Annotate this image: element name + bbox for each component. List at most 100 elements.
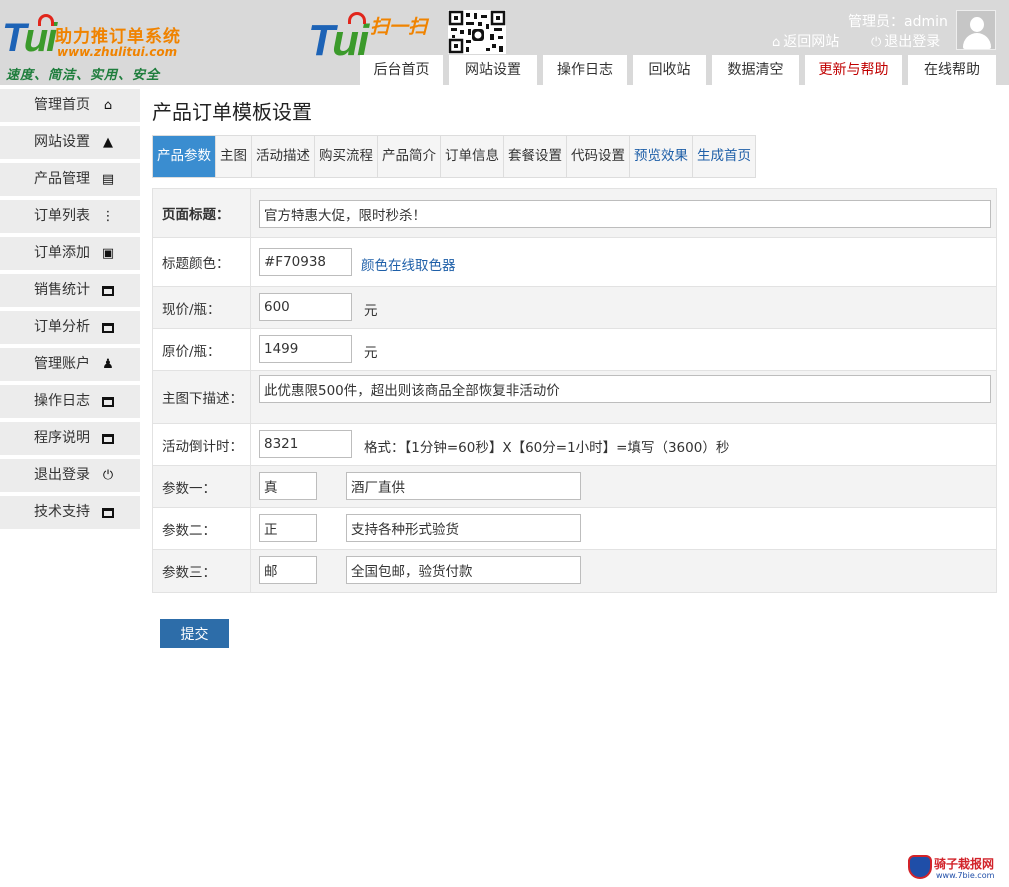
sidebar-item-site-settings[interactable]: 网站设置 ▲ <box>0 126 140 159</box>
param-3-key-input[interactable] <box>259 556 317 584</box>
topnav-online-help[interactable]: 在线帮助 <box>908 55 996 85</box>
original-price-label-text: 原价/瓶： <box>162 343 221 360</box>
original-price-label: 原价/瓶： <box>153 329 251 370</box>
sidebar-item-program-notes[interactable]: 程序说明 <box>0 422 140 455</box>
param-1-label: 参数一： <box>153 466 251 507</box>
param-2-value-input[interactable] <box>346 514 581 542</box>
back-to-site-link[interactable]: ⌂ 返回网站 <box>772 31 839 51</box>
param-1-label-text: 参数一： <box>162 480 216 497</box>
tab-product-params[interactable]: 产品参数 <box>153 136 216 177</box>
page-title-label-text: 页面标题： <box>162 207 230 223</box>
logo-signal-icon <box>38 14 54 26</box>
sidebar-item-order-analysis[interactable]: 订单分析 <box>0 311 140 344</box>
countdown-label-text: 活动倒计时： <box>162 438 243 455</box>
tab-bar: 产品参数 主图 活动描述 购买流程 产品简介 订单信息 套餐设置 代码设置 预览… <box>152 135 756 178</box>
sidebar-item-label: 销售统计 <box>34 282 90 298</box>
sidebar-item-label: 技术支持 <box>34 504 90 520</box>
form-row-page-title: 页面标题： <box>153 189 996 238</box>
page-title-input[interactable] <box>259 200 991 228</box>
sidebar-item-logout[interactable]: 退出登录 ⏻ <box>0 459 140 492</box>
param-1-key-input[interactable] <box>259 472 317 500</box>
topnav-operation-log[interactable]: 操作日志 <box>543 55 627 85</box>
param-2-label-text: 参数二： <box>162 522 216 539</box>
param-3-label-text: 参数三： <box>162 565 216 581</box>
power-icon: ⏻ <box>102 468 114 483</box>
form-row-param-1: 参数一： <box>153 466 996 508</box>
sitemap-icon: ⋮ <box>101 209 115 224</box>
sidebar-item-label: 订单列表 <box>34 208 90 224</box>
sidebar-item-label: 操作日志 <box>34 393 90 409</box>
countdown-label: 活动倒计时： <box>153 424 251 465</box>
sidebar-item-admin-accounts[interactable]: 管理账户 ♟ <box>0 348 140 381</box>
shield-icon <box>908 855 932 879</box>
admin-info: 管理员：admin <box>848 11 948 31</box>
form-row-main-desc: 主图下描述： <box>153 371 996 424</box>
sidebar-item-label: 程序说明 <box>34 430 90 446</box>
form-row-current-price: 现价/瓶： 元 <box>153 287 996 329</box>
tab-order-info[interactable]: 订单信息 <box>441 136 504 177</box>
page-title: 产品订单模板设置 <box>152 100 312 124</box>
window-icon <box>101 311 115 344</box>
sidebar-item-add-order[interactable]: 订单添加 ▣ <box>0 237 140 270</box>
topnav-updates-help[interactable]: 更新与帮助 <box>805 55 902 85</box>
original-price-input[interactable] <box>259 335 352 363</box>
form-row-original-price: 原价/瓶： 元 <box>153 329 996 371</box>
sidebar-item-admin-home[interactable]: 管理首页 ⌂ <box>0 89 140 122</box>
title-color-label: 标题颜色： <box>153 238 251 286</box>
sidebar-item-product-management[interactable]: 产品管理 ▤ <box>0 163 140 196</box>
logo-name: 助力推订单系统 <box>55 27 181 47</box>
main-desc-label-text: 主图下描述： <box>162 391 243 407</box>
tab-purchase-flow[interactable]: 购买流程 <box>315 136 378 177</box>
tab-main-image[interactable]: 主图 <box>216 136 252 177</box>
param-1-value-input[interactable] <box>346 472 581 500</box>
plug-icon: ▲ <box>103 135 113 150</box>
tab-generate-home[interactable]: 生成首页 <box>693 136 755 177</box>
title-color-input[interactable] <box>259 248 352 276</box>
home-icon: ⌂ <box>103 98 113 113</box>
tab-activity-desc[interactable]: 活动描述 <box>252 136 315 177</box>
logo-url: www.zhulitui.com <box>57 45 178 59</box>
avatar[interactable] <box>956 10 996 50</box>
logo-slogan: 速度、简洁、实用、安全 <box>6 68 161 83</box>
form-row-param-3: 参数三： <box>153 550 996 592</box>
main-desc-input[interactable] <box>259 375 991 403</box>
sidebar-item-label: 订单添加 <box>34 245 90 261</box>
watermark-url: www.7bie.com <box>936 871 995 880</box>
tab-code-settings[interactable]: 代码设置 <box>567 136 630 177</box>
power-icon: ⏻ <box>871 35 882 50</box>
sidebar-item-tech-support[interactable]: 技术支持 <box>0 496 140 529</box>
sidebar: 管理首页 ⌂ 网站设置 ▲ 产品管理 ▤ 订单列表 ⋮ 订单添加 ▣ 销售统计 … <box>0 89 140 533</box>
tab-preview[interactable]: 预览效果 <box>630 136 693 177</box>
topnav-clear-data[interactable]: 数据清空 <box>712 55 799 85</box>
window-icon <box>101 385 115 418</box>
topnav-recycle-bin[interactable]: 回收站 <box>633 55 706 85</box>
tab-package-settings[interactable]: 套餐设置 <box>504 136 567 177</box>
window-icon <box>101 496 115 529</box>
topnav-site-settings[interactable]: 网站设置 <box>449 55 537 85</box>
param-2-label: 参数二： <box>153 508 251 549</box>
file-check-icon: ▣ <box>101 246 115 261</box>
color-picker-link[interactable]: 颜色在线取色器 <box>361 254 456 274</box>
product-params-form: 页面标题： 标题颜色： 颜色在线取色器 现价/瓶： 元 原价/瓶： 元 主图下描… <box>152 188 997 593</box>
topnav-admin-home[interactable]: 后台首页 <box>360 55 443 85</box>
sidebar-item-operation-log[interactable]: 操作日志 <box>0 385 140 418</box>
sidebar-item-sales-stats[interactable]: 销售统计 <box>0 274 140 307</box>
sidebar-item-order-list[interactable]: 订单列表 ⋮ <box>0 200 140 233</box>
current-price-input[interactable] <box>259 293 352 321</box>
sidebar-item-label: 管理账户 <box>34 356 90 372</box>
countdown-input[interactable] <box>259 430 352 458</box>
countdown-hint: 格式：【1分钟=60秒】X【60分=1小时】=填写（3600）秒 <box>364 440 730 456</box>
tab-product-intro[interactable]: 产品简介 <box>378 136 441 177</box>
submit-button[interactable]: 提交 <box>160 619 229 648</box>
logout-link[interactable]: ⏻ 退出登录 <box>871 31 940 51</box>
avatar-head <box>970 17 984 32</box>
current-price-label-text: 现价/瓶： <box>162 301 221 318</box>
scan-label: 扫一扫 <box>370 16 428 38</box>
param-3-value-input[interactable] <box>346 556 581 584</box>
sidebar-item-label: 退出登录 <box>34 467 90 483</box>
title-color-label-text: 标题颜色： <box>162 256 230 272</box>
sidebar-item-label: 网站设置 <box>34 134 90 150</box>
window-icon <box>101 274 115 307</box>
param-2-key-input[interactable] <box>259 514 317 542</box>
logo[interactable]: Tui 助力推订单系统 www.zhulitui.com 速度、简洁、实用、安全 <box>0 10 210 83</box>
